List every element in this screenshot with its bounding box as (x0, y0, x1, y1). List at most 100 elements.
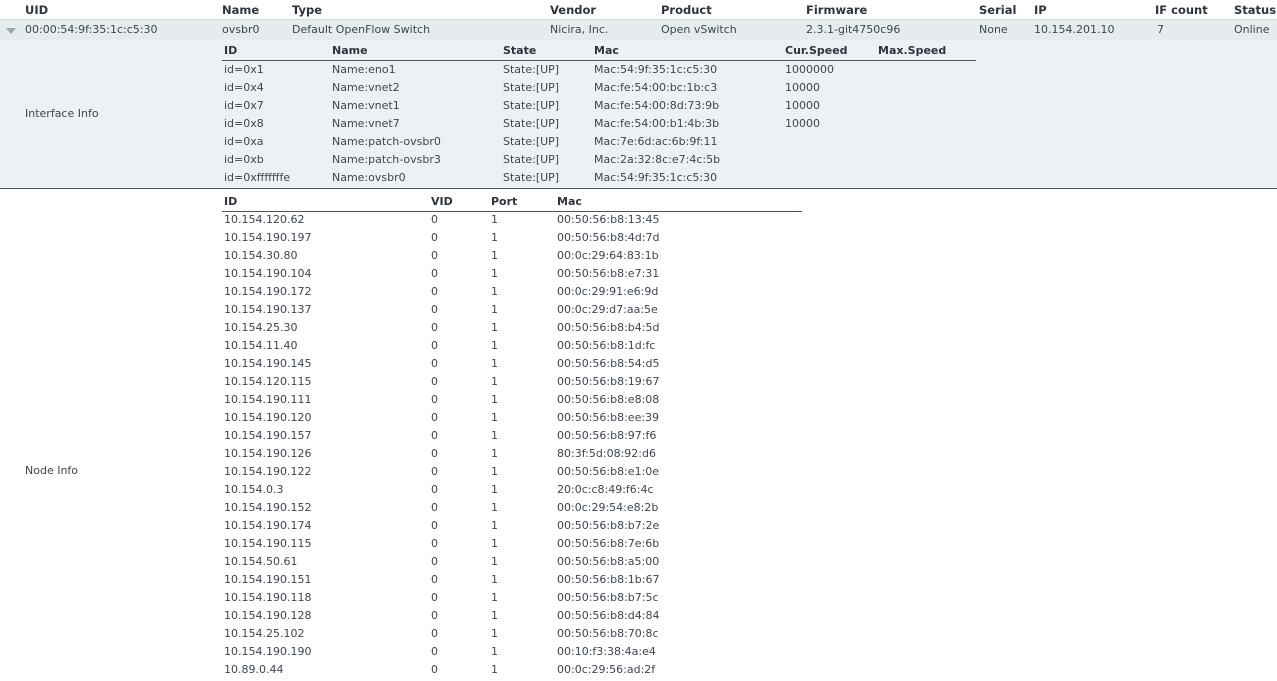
table-row[interactable]: 10.154.190.115 0 1 00:50:56:b8:7e:6b (222, 535, 802, 553)
table-row[interactable]: 10.154.190.120 0 1 00:50:56:b8:ee:39 (222, 409, 802, 427)
table-row[interactable]: id=0xa Name:patch-ovsbr0 State:[UP] Mac:7e:… (222, 133, 976, 151)
table-row[interactable]: 10.89.0.44 0 1 00:0c:29:56:ad:2f (222, 661, 802, 679)
cell-mac: 20:0c:c8:49:f6:4c (557, 483, 654, 496)
node-col-vid: VID (431, 195, 453, 208)
cell-mac: 00:50:56:b8:54:d5 (557, 357, 660, 370)
table-row[interactable]: 10.154.11.40 0 1 00:50:56:b8:1d:fc (222, 337, 802, 355)
table-row[interactable]: 10.154.190.157 0 1 00:50:56:b8:97:f6 (222, 427, 802, 445)
cell-port: 1 (491, 357, 498, 370)
table-row[interactable]: 10.154.0.3 0 1 20:0c:c8:49:f6:4c (222, 481, 802, 499)
col-vendor[interactable]: Vendor (550, 3, 596, 17)
cell-id: 10.154.190.190 (224, 645, 312, 658)
cell-mac: 00:50:56:b8:e7:31 (557, 267, 660, 280)
col-status[interactable]: Status (1234, 3, 1276, 17)
device-firmware: 2.3.1-git4750c96 (806, 23, 901, 36)
interface-info-label: Interface Info (25, 107, 99, 120)
cell-cur-speed: 10000 (785, 81, 820, 94)
col-firmware[interactable]: Firmware (806, 3, 867, 17)
table-row[interactable]: 10.154.190.104 0 1 00:50:56:b8:e7:31 (222, 265, 802, 283)
device-row[interactable]: 00:00:54:9f:35:1c:c5:30 ovsbr0 Default O… (0, 19, 1277, 41)
table-row[interactable]: 10.154.190.152 0 1 00:0c:29:54:e8:2b (222, 499, 802, 517)
cell-vid: 0 (431, 249, 438, 262)
table-row[interactable]: id=0x1 Name:eno1 State:[UP] Mac:54:9f:35:1c… (222, 61, 976, 79)
table-row[interactable]: id=0x8 Name:vnet7 State:[UP] Mac:fe:54:00:b… (222, 115, 976, 133)
cell-id: 10.154.190.126 (224, 447, 312, 460)
cell-state: State:[UP] (503, 135, 560, 148)
cell-mac: 00:0c:29:91:e6:9d (557, 285, 659, 298)
cell-vid: 0 (431, 339, 438, 352)
col-ip[interactable]: IP (1034, 3, 1047, 17)
table-row[interactable]: 10.154.190.111 0 1 00:50:56:b8:e8:08 (222, 391, 802, 409)
cell-port: 1 (491, 447, 498, 460)
device-table-header: UID Name Type Vendor Product Firmware Se… (0, 0, 1277, 19)
table-row[interactable]: id=0x7 Name:vnet1 State:[UP] Mac:fe:54:00:8… (222, 97, 976, 115)
col-ifcount[interactable]: IF count (1155, 3, 1208, 17)
cell-port: 1 (491, 609, 498, 622)
table-row[interactable]: 10.154.50.61 0 1 00:50:56:b8:a5:00 (222, 553, 802, 571)
cell-port: 1 (491, 339, 498, 352)
cell-mac: 00:50:56:b8:7e:6b (557, 537, 660, 550)
cell-vid: 0 (431, 609, 438, 622)
cell-id: id=0xfffffffe (224, 171, 291, 184)
cell-id: 10.154.11.40 (224, 339, 298, 352)
cell-name: Name:eno1 (332, 63, 396, 76)
cell-vid: 0 (431, 555, 438, 568)
cell-port: 1 (491, 393, 498, 406)
table-row[interactable]: id=0x4 Name:vnet2 State:[UP] Mac:fe:54:00:b… (222, 79, 976, 97)
cell-mac: 00:50:56:b8:a5:00 (557, 555, 660, 568)
cell-mac: 00:0c:29:54:e8:2b (557, 501, 659, 514)
table-row[interactable]: 10.154.190.137 0 1 00:0c:29:d7:aa:5e (222, 301, 802, 319)
cell-mac: Mac:2a:32:8c:e7:4c:5b (594, 153, 721, 166)
cell-port: 1 (491, 645, 498, 658)
cell-id: 10.154.190.120 (224, 411, 312, 424)
cell-id: 10.154.30.80 (224, 249, 298, 262)
cell-mac: 00:50:56:b8:b4:5d (557, 321, 660, 334)
device-uid: 00:00:54:9f:35:1c:c5:30 (25, 23, 158, 36)
table-row[interactable]: 10.154.190.174 0 1 00:50:56:b8:b7:2e (222, 517, 802, 535)
table-row[interactable]: id=0xfffffffe Name:ovsbr0 State:[UP] Mac:54… (222, 169, 976, 187)
table-row[interactable]: 10.154.190.151 0 1 00:50:56:b8:1b:67 (222, 571, 802, 589)
cell-vid: 0 (431, 231, 438, 244)
table-row[interactable]: 10.154.190.145 0 1 00:50:56:b8:54:d5 (222, 355, 802, 373)
table-row[interactable]: 10.154.120.62 0 1 00:50:56:b8:13:45 (222, 211, 802, 229)
cell-mac: 00:50:56:b8:d4:84 (557, 609, 660, 622)
collapse-triangle-icon[interactable] (6, 28, 16, 34)
table-row[interactable]: 10.154.30.80 0 1 00:0c:29:64:83:1b (222, 247, 802, 265)
node-info-section: Node Info ID VID Port Mac 10.154.120.62 0… (0, 189, 1277, 681)
table-row[interactable]: 10.154.190.122 0 1 00:50:56:b8:e1:0e (222, 463, 802, 481)
cell-id: 10.89.0.44 (224, 663, 284, 676)
table-row[interactable]: 10.154.25.30 0 1 00:50:56:b8:b4:5d (222, 319, 802, 337)
cell-id: id=0x7 (224, 99, 264, 112)
interface-table-header: ID Name State Mac Cur.Speed Max.Speed (222, 41, 976, 61)
cell-id: id=0x4 (224, 81, 264, 94)
table-row[interactable]: 10.154.25.102 0 1 00:50:56:b8:70:8c (222, 625, 802, 643)
device-product: Open vSwitch (661, 23, 737, 36)
table-row[interactable]: id=0xb Name:patch-ovsbr3 State:[UP] Mac:2a:… (222, 151, 976, 169)
cell-state: State:[UP] (503, 81, 560, 94)
device-serial: None (979, 23, 1008, 36)
cell-id: 10.154.190.157 (224, 429, 312, 442)
col-type[interactable]: Type (292, 3, 322, 17)
table-row[interactable]: 10.154.190.118 0 1 00:50:56:b8:b7:5c (222, 589, 802, 607)
table-row[interactable]: 10.154.190.126 0 1 80:3f:5d:08:92:d6 (222, 445, 802, 463)
cell-id: 10.154.190.115 (224, 537, 312, 550)
cell-vid: 0 (431, 591, 438, 604)
cell-mac: 00:10:f3:38:4a:e4 (557, 645, 656, 658)
cell-id: 10.154.120.62 (224, 213, 305, 226)
cell-port: 1 (491, 429, 498, 442)
cell-name: Name:patch-ovsbr3 (332, 153, 441, 166)
table-row[interactable]: 10.154.190.197 0 1 00:50:56:b8:4d:7d (222, 229, 802, 247)
table-row[interactable]: 10.154.190.172 0 1 00:0c:29:91:e6:9d (222, 283, 802, 301)
cell-mac: 00:50:56:b8:e1:0e (557, 465, 660, 478)
col-product[interactable]: Product (661, 3, 712, 17)
table-row[interactable]: 10.154.190.190 0 1 00:10:f3:38:4a:e4 (222, 643, 802, 661)
table-row[interactable]: 10.154.190.128 0 1 00:50:56:b8:d4:84 (222, 607, 802, 625)
col-uid[interactable]: UID (25, 3, 48, 17)
cell-vid: 0 (431, 537, 438, 550)
cell-port: 1 (491, 285, 498, 298)
table-row[interactable]: 10.154.120.115 0 1 00:50:56:b8:19:67 (222, 373, 802, 391)
col-serial[interactable]: Serial (979, 3, 1016, 17)
cell-id: 10.154.190.104 (224, 267, 312, 280)
cell-mac: 00:50:56:b8:1b:67 (557, 573, 660, 586)
col-name[interactable]: Name (222, 3, 259, 17)
